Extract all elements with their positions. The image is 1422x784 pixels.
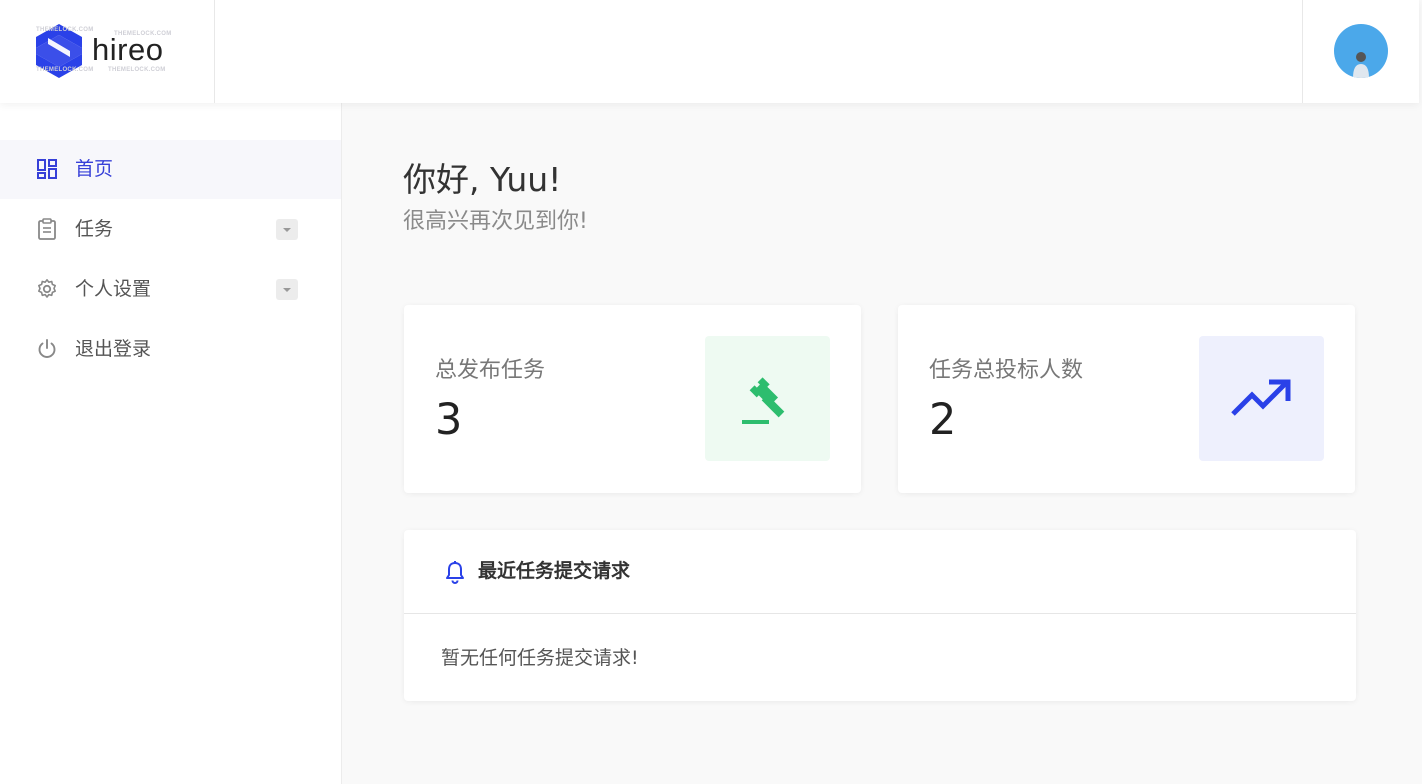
stat-icon-box xyxy=(705,336,830,461)
watermark-text: THEMELOCK.COM xyxy=(36,67,94,73)
sidebar-item-settings[interactable]: 个人设置 xyxy=(0,260,341,319)
power-icon xyxy=(38,339,56,358)
sidebar: 首页 任务 个人设置 退出登录 xyxy=(0,103,342,784)
stat-icon-box xyxy=(1199,336,1324,461)
stat-label: 总发布任务 xyxy=(435,358,546,383)
empty-state-text: 暂无任何任务提交请求! xyxy=(441,647,639,669)
sidebar-item-label: 退出登录 xyxy=(75,338,152,360)
logo[interactable]: THEMELOCK.COM THEMELOCK.COM THEMELOCK.CO… xyxy=(0,0,215,103)
page-subtitle: 很高兴再次见到你! xyxy=(403,209,588,234)
trending-up-icon xyxy=(1231,379,1291,416)
gavel-icon xyxy=(742,377,785,424)
dropdown-arrow-icon[interactable] xyxy=(276,279,298,300)
sidebar-item-label: 个人设置 xyxy=(75,278,152,300)
avatar[interactable] xyxy=(1334,24,1388,78)
sidebar-item-label: 首页 xyxy=(75,158,114,180)
card-title: 最近任务提交请求 xyxy=(478,560,631,582)
user-avatar-icon xyxy=(1353,52,1369,78)
bell-icon xyxy=(446,561,464,584)
recent-requests-card: 最近任务提交请求 暂无任何任务提交请求! xyxy=(404,530,1356,701)
top-header: THEMELOCK.COM THEMELOCK.COM THEMELOCK.CO… xyxy=(0,0,1419,103)
clipboard-icon xyxy=(38,218,56,240)
gear-icon xyxy=(38,279,56,298)
sidebar-item-label: 任务 xyxy=(75,218,114,240)
stat-value: 2 xyxy=(929,395,957,445)
sidebar-item-tasks[interactable]: 任务 xyxy=(0,200,341,259)
dropdown-arrow-icon[interactable] xyxy=(276,219,298,240)
card-header: 最近任务提交请求 xyxy=(404,530,1356,614)
stat-label: 任务总投标人数 xyxy=(929,358,1084,383)
page-title: 你好, Yuu! xyxy=(403,160,562,199)
brand-name: hireo xyxy=(92,32,164,67)
stat-card-posted-tasks: 总发布任务 3 xyxy=(404,305,861,493)
sidebar-item-logout[interactable]: 退出登录 xyxy=(0,320,341,379)
watermark-text: THEMELOCK.COM xyxy=(36,27,94,33)
sidebar-item-home[interactable]: 首页 xyxy=(0,140,341,199)
stat-value: 3 xyxy=(435,395,463,445)
stat-card-bidders: 任务总投标人数 2 xyxy=(898,305,1355,493)
user-menu[interactable] xyxy=(1302,0,1419,103)
dashboard-grid-icon xyxy=(37,159,57,179)
